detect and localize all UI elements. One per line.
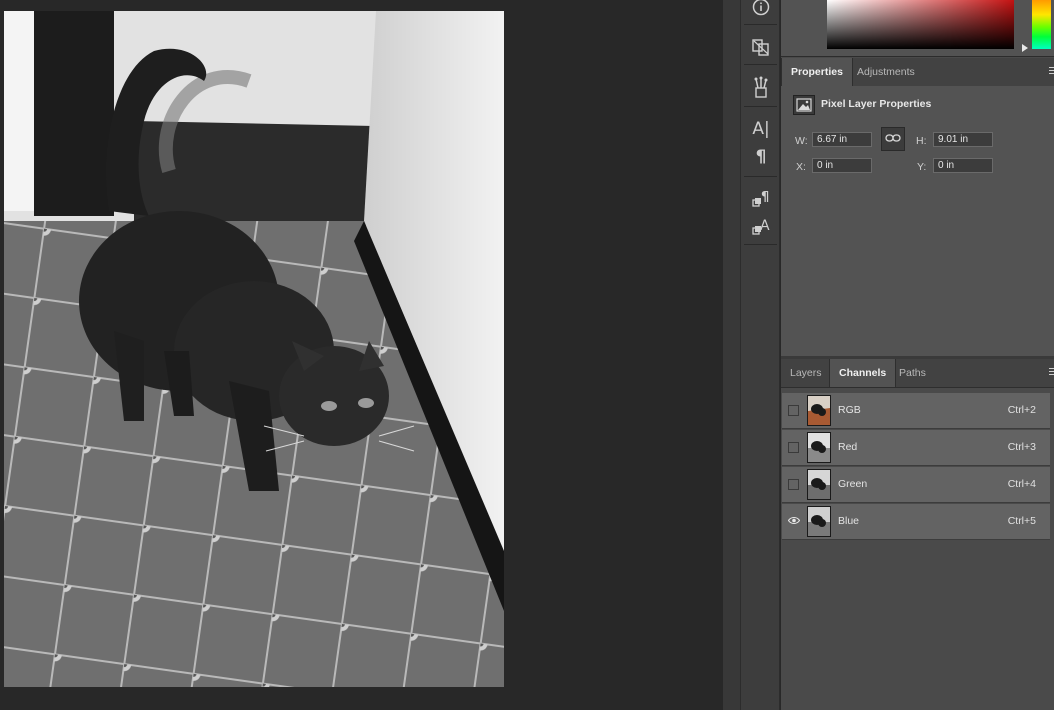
- panel-menu-icon[interactable]: [1049, 67, 1054, 75]
- x-label: X:: [796, 161, 806, 173]
- brush-icon: [751, 76, 771, 98]
- tab-adjustments[interactable]: Adjustments: [848, 58, 924, 86]
- color-saturation-field[interactable]: [827, 0, 1014, 49]
- channel-shortcut: Ctrl+3: [1007, 441, 1036, 453]
- color-panel: [781, 0, 1054, 57]
- pixel-layer-icon: [793, 95, 815, 115]
- properties-title: Pixel Layer Properties: [821, 98, 932, 110]
- channels-list: RGB Ctrl+2 Red Ctrl+3 Green Ctrl+4 Blue …: [781, 388, 1054, 710]
- strip-divider: [744, 64, 777, 65]
- properties-tabbar: Properties Adjustments: [781, 58, 1054, 87]
- tab-channels[interactable]: Channels: [829, 359, 897, 387]
- paragraph-panel-button[interactable]: ¶: [741, 144, 781, 170]
- paragraph-styles-icon: ¶: [751, 189, 771, 209]
- properties-panel: Pixel Layer Properties W: H: X: Y:: [781, 86, 1054, 356]
- svg-text:¶: ¶: [761, 190, 769, 205]
- strip-divider: [744, 176, 777, 177]
- tab-paths[interactable]: Paths: [890, 359, 935, 387]
- visibility-toggle[interactable]: [788, 405, 799, 416]
- channel-row-rgb[interactable]: RGB Ctrl+2: [782, 393, 1050, 429]
- panel-icon-strip: A| ¶ ¶ A: [740, 0, 780, 710]
- channel-thumbnail: [807, 395, 831, 426]
- libraries-panel-button[interactable]: [741, 34, 781, 60]
- visibility-toggle[interactable]: [787, 516, 800, 528]
- channel-name: Red: [838, 441, 858, 453]
- channel-name: Green: [838, 478, 868, 490]
- channel-row-blue[interactable]: Blue Ctrl+5: [782, 504, 1050, 540]
- y-label: Y:: [917, 161, 927, 173]
- cat-photo: [4, 11, 504, 687]
- width-label: W:: [795, 135, 808, 147]
- strip-divider: [744, 106, 777, 107]
- channel-thumbnail: [807, 432, 831, 463]
- character-icon: A|: [752, 119, 770, 139]
- height-input[interactable]: [933, 132, 993, 147]
- brush-presets-button[interactable]: [741, 74, 781, 100]
- channel-thumbnail: [807, 469, 831, 500]
- hue-slider-marker[interactable]: [1022, 44, 1028, 52]
- channel-row-green[interactable]: Green Ctrl+4: [782, 467, 1050, 503]
- tab-layers[interactable]: Layers: [781, 359, 831, 387]
- link-icon: [885, 133, 901, 146]
- eye-icon: [787, 516, 800, 528]
- width-input[interactable]: [812, 132, 872, 147]
- channel-name: RGB: [838, 404, 861, 416]
- channel-shortcut: Ctrl+5: [1007, 515, 1036, 527]
- channel-row-red[interactable]: Red Ctrl+3: [782, 430, 1050, 466]
- character-panel-button[interactable]: A|: [741, 116, 781, 142]
- strip-divider: [744, 24, 777, 25]
- tab-properties[interactable]: Properties: [781, 58, 853, 86]
- panel-menu-icon[interactable]: [1049, 368, 1054, 376]
- svg-text:A: A: [760, 218, 770, 234]
- character-styles-icon: A: [751, 217, 771, 237]
- paragraph-styles-button[interactable]: ¶: [741, 186, 781, 212]
- visibility-toggle[interactable]: [788, 479, 799, 490]
- character-styles-button[interactable]: A: [741, 214, 781, 240]
- x-input[interactable]: [812, 158, 872, 173]
- document-image[interactable]: [4, 11, 504, 687]
- canvas-area[interactable]: [0, 0, 723, 710]
- paragraph-icon: ¶: [755, 147, 767, 167]
- y-input[interactable]: [933, 158, 993, 173]
- dock-gap: [723, 0, 741, 710]
- channel-shortcut: Ctrl+2: [1007, 404, 1036, 416]
- visibility-toggle[interactable]: [788, 442, 799, 453]
- channel-name: Blue: [838, 515, 860, 527]
- strip-divider: [744, 244, 777, 245]
- libraries-icon: [751, 37, 771, 57]
- height-label: H:: [916, 135, 927, 147]
- hue-slider[interactable]: [1032, 0, 1051, 49]
- info-icon: [752, 0, 770, 16]
- channel-thumbnail: [807, 506, 831, 537]
- right-panel-dock: Properties Adjustments Pixel Layer Prope…: [781, 0, 1054, 710]
- channel-shortcut: Ctrl+4: [1007, 478, 1036, 490]
- link-dimensions-button[interactable]: [881, 127, 905, 151]
- info-panel-button[interactable]: [741, 0, 781, 20]
- channels-tabbar: Layers Channels Paths: [781, 359, 1054, 388]
